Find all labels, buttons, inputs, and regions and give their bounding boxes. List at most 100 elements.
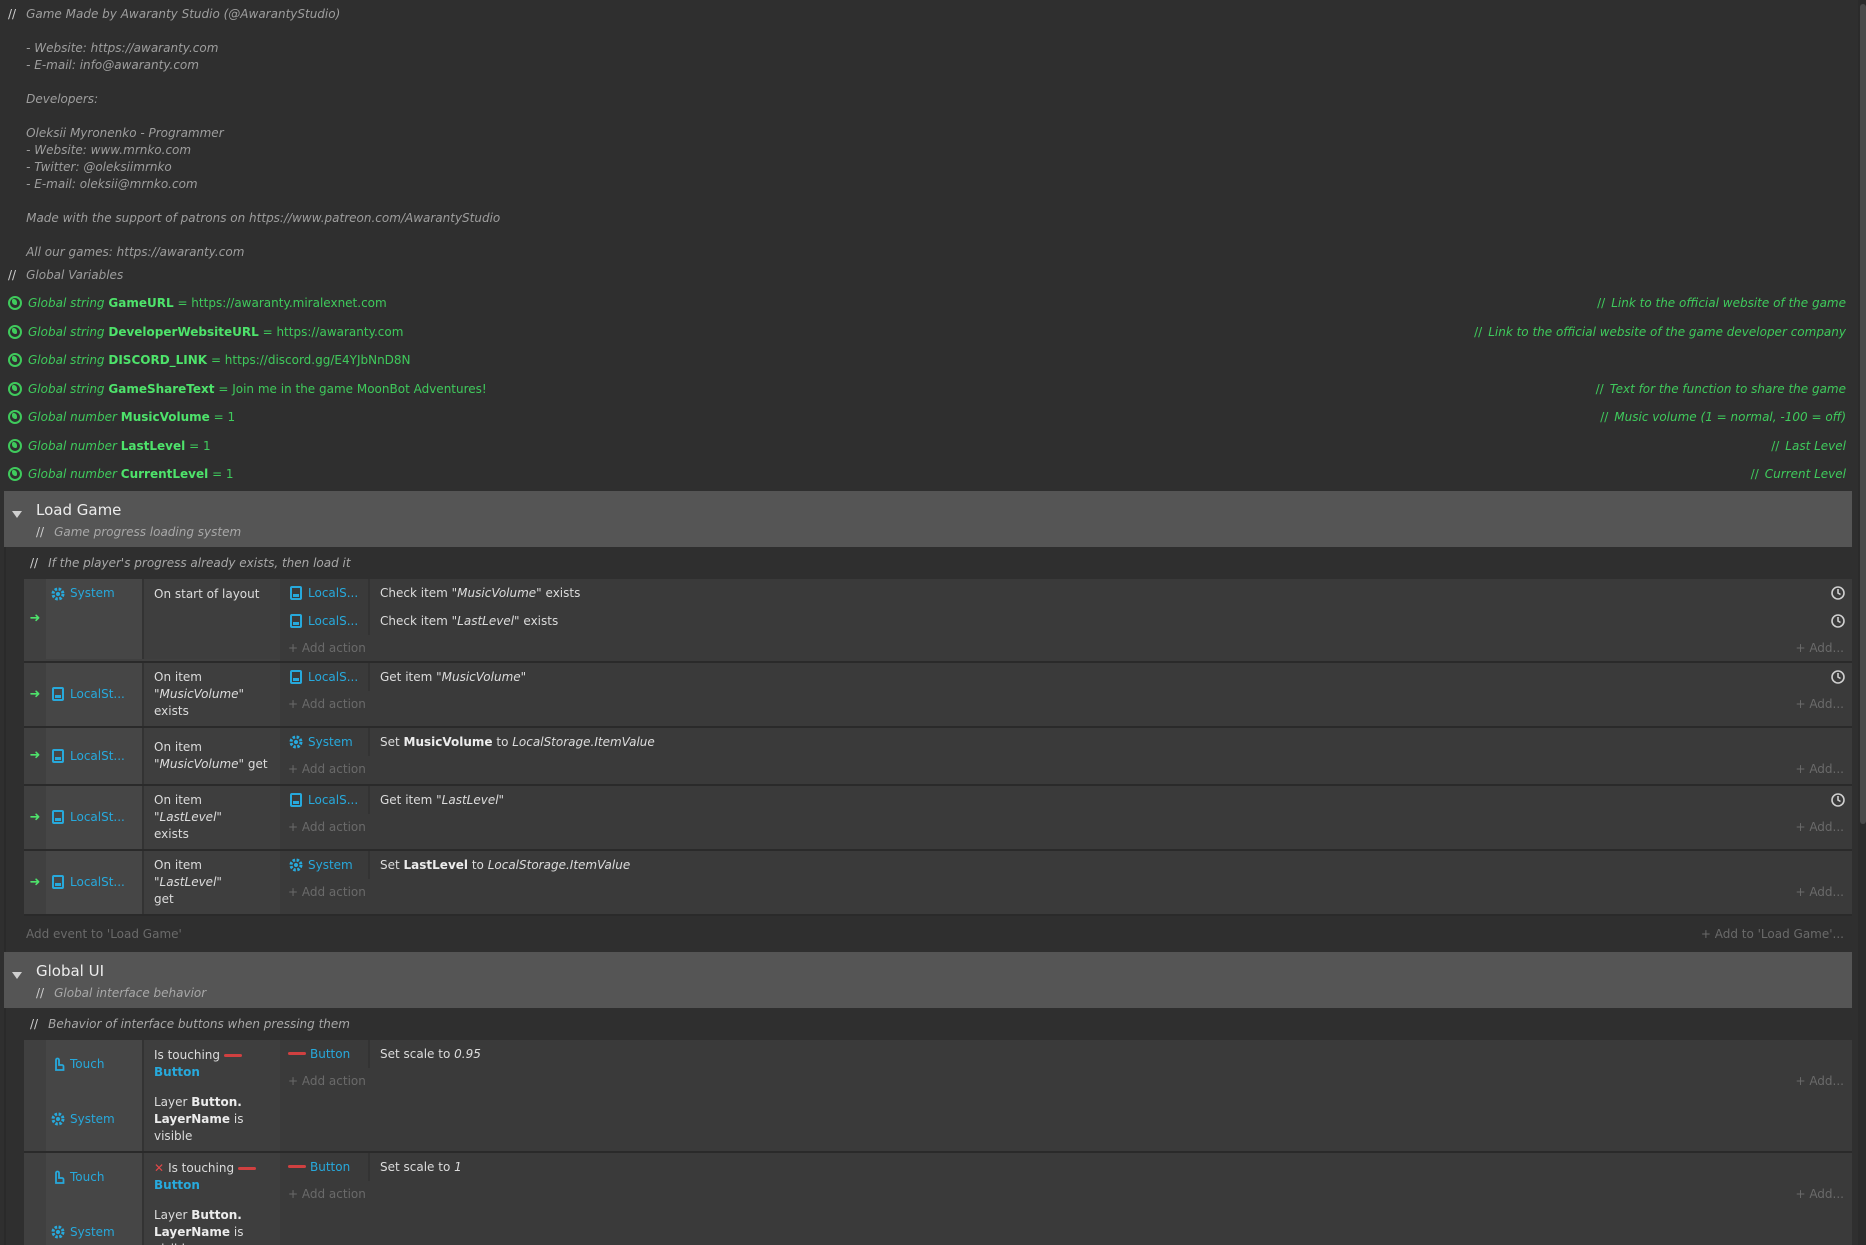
add-action-link[interactable]: + Add action [288, 885, 366, 899]
scrollbar-thumb[interactable] [1860, 4, 1866, 824]
add-action-link[interactable]: + Add action [288, 1187, 366, 1201]
comment-line: - Website: www.mrnko.com [26, 143, 192, 157]
event-row[interactable]: ➜ LocalSt... On item "LastLevel" exists L… [24, 785, 1852, 851]
conditions: ➜ LocalSt... On item "LastLevel" exists [24, 785, 280, 849]
condition-text: ✕ Is touching Button [144, 1152, 280, 1201]
comment-line [26, 108, 500, 125]
event-row[interactable]: ➜ System On start of layout LocalS... Ch… [24, 578, 1852, 663]
condition[interactable]: ➜ LocalSt... On item "MusicVolume" exists [24, 662, 280, 726]
action-text: Set MusicVolume to LocalStorage.ItemValu… [380, 734, 655, 749]
condition-object: LocalSt... [46, 850, 144, 914]
event-row[interactable]: ➜ LocalSt... On item "MusicVolume" get Sy… [24, 727, 1852, 786]
action-text: Get item "LastLevel" [380, 792, 505, 807]
event-row[interactable]: ➜ LocalSt... On item "MusicVolume" exists… [24, 662, 1852, 728]
header-comment[interactable]: // Game Made by Awaranty Studio (@Awaran… [0, 0, 1866, 267]
vertical-scrollbar[interactable] [1858, 0, 1866, 1245]
add-action-link[interactable]: + Add action [288, 762, 366, 776]
action-row[interactable]: LocalS... Check item "LastLevel" exists [280, 606, 1852, 635]
condition-text: Is touching Button [144, 1039, 280, 1088]
globe-icon [8, 353, 22, 368]
add-to-group-link[interactable]: + Add to 'Load Game'... [1701, 927, 1844, 941]
group-load-game[interactable]: Load Game //Game progress loading system [4, 490, 1852, 547]
condition[interactable]: System Layer Button.LayerName is visible [24, 1087, 280, 1151]
add-event-link[interactable]: Add event to 'Load Game' [26, 927, 182, 941]
global-variable-row[interactable]: Global string GameShareText = Join me in… [0, 375, 1866, 404]
globe-icon [8, 438, 22, 453]
action-text: Set LastLevel to LocalStorage.ItemValue [380, 857, 631, 872]
storage-icon [288, 613, 304, 629]
global-variable-comment: //Last Level [1771, 438, 1846, 453]
condition-object: LocalSt... [46, 662, 144, 726]
add-more-link[interactable]: + Add... [1795, 762, 1844, 776]
condition[interactable]: Touch Is touching Button [24, 1039, 280, 1088]
button-sprite-icon [288, 1052, 306, 1055]
add-action-row: + Add action + Add... [280, 1068, 1852, 1094]
global-variable-row[interactable]: Global string GameURL = https://awaranty… [0, 289, 1866, 318]
event-row[interactable]: ➜ LocalSt... On item "LastLevel" get Syst… [24, 850, 1852, 916]
add-more-link[interactable]: + Add... [1795, 1187, 1844, 1201]
add-action-link[interactable]: + Add action [288, 1074, 366, 1088]
add-more-link[interactable]: + Add... [1795, 1074, 1844, 1088]
action-row[interactable]: LocalS... Get item "LastLevel" [280, 785, 1852, 814]
inner-comment[interactable]: //If the player's progress already exist… [6, 547, 1852, 579]
global-variable-text: Global number LastLevel = 1 [28, 438, 211, 453]
add-more-link[interactable]: + Add... [1795, 885, 1844, 899]
comment-line [26, 74, 500, 91]
group-body-global-ui: //Behavior of interface buttons when pre… [4, 1007, 1852, 1245]
globals-comment-text: Global Variables [26, 268, 124, 282]
group-collapse-toggle[interactable] [12, 510, 22, 518]
storage-icon [288, 792, 304, 808]
action-object: LocalS... [280, 606, 370, 635]
action-row[interactable]: Button Set scale to 0.95 [280, 1039, 1852, 1068]
action-row[interactable]: LocalS... Check item "MusicVolume" exist… [280, 578, 1852, 607]
add-more-link[interactable]: + Add... [1795, 697, 1844, 711]
action-text: Set scale to 1 [380, 1159, 462, 1174]
inner-comment[interactable]: //Behavior of interface buttons when pre… [6, 1008, 1852, 1040]
globe-icon [8, 296, 22, 311]
condition[interactable]: ➜ System On start of layout [24, 578, 280, 659]
action-row[interactable]: System Set LastLevel to LocalStorage.Ite… [280, 850, 1852, 879]
comment-line: - Website: https://awaranty.com [26, 41, 219, 55]
comment-line [26, 193, 500, 210]
add-more-link[interactable]: + Add... [1795, 641, 1844, 655]
event-row[interactable]: Touch Is touching Button System Layer Bu… [24, 1039, 1852, 1153]
action-row[interactable]: System Set MusicVolume to LocalStorage.I… [280, 727, 1852, 756]
global-variable-text: Global string DISCORD_LINK = https://dis… [28, 353, 411, 368]
globe-icon [8, 410, 22, 425]
add-action-link[interactable]: + Add action [288, 820, 366, 834]
action-row[interactable]: Button Set scale to 1 [280, 1152, 1852, 1181]
condition[interactable]: ➜ LocalSt... On item "LastLevel" get [24, 850, 280, 914]
comment-line [26, 23, 500, 40]
global-variable-row[interactable]: Global number MusicVolume = 1 //Music vol… [0, 403, 1866, 432]
condition-object: System [46, 1087, 144, 1151]
event-row[interactable]: Touch ✕ Is touching Button System Layer B… [24, 1152, 1852, 1245]
group-global-ui[interactable]: Global UI //Global interface behavior [4, 951, 1852, 1008]
add-action-link[interactable]: + Add action [288, 697, 366, 711]
global-variable-row[interactable]: Global string DeveloperWebsiteURL = http… [0, 318, 1866, 347]
global-variable-row[interactable]: Global number LastLevel = 1 //Last Level [0, 432, 1866, 461]
storage-icon [50, 686, 66, 702]
add-action-link[interactable]: + Add action [288, 641, 366, 655]
globals-comment[interactable]: // Global Variables [0, 261, 1866, 289]
add-more-link[interactable]: + Add... [1795, 820, 1844, 834]
actions: LocalS... Check item "MusicVolume" exist… [280, 578, 1852, 661]
condition[interactable]: Touch ✕ Is touching Button [24, 1152, 280, 1201]
condition[interactable]: ➜ LocalSt... On item "MusicVolume" get [24, 727, 280, 784]
conditions: Touch ✕ Is touching Button System Layer B… [24, 1152, 280, 1245]
condition[interactable]: System Layer Button.LayerName is visible [24, 1200, 280, 1245]
action-text: Check item "MusicVolume" exists [380, 585, 581, 600]
globe-icon [8, 324, 22, 339]
add-action-row: + Add action + Add... [280, 879, 1852, 905]
gear-icon [50, 586, 66, 602]
action-row[interactable]: LocalS... Get item "MusicVolume" [280, 662, 1852, 691]
comment-line: Oleksii Myronenko - Programmer [26, 126, 224, 140]
global-variable-row[interactable]: Global string DISCORD_LINK = https://dis… [0, 346, 1866, 375]
touch-icon [50, 1056, 66, 1072]
async-refresh-icon [1830, 669, 1846, 685]
touch-icon [50, 1169, 66, 1185]
group-title: Load Game [36, 500, 122, 519]
group-collapse-toggle[interactable] [12, 971, 22, 979]
global-variables-list: Global string GameURL = https://awaranty… [0, 289, 1866, 489]
condition[interactable]: ➜ LocalSt... On item "LastLevel" exists [24, 785, 280, 849]
global-variable-row[interactable]: Global number CurrentLevel = 1 //Current … [0, 460, 1866, 489]
